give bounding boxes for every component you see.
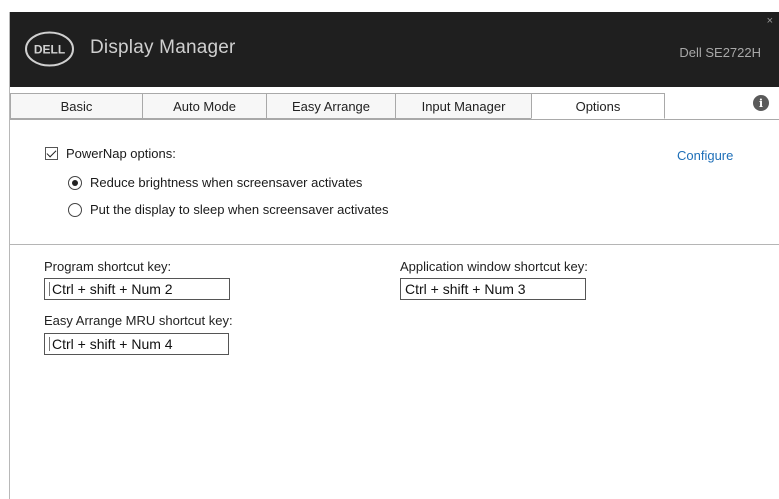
- tab-basic[interactable]: Basic: [10, 93, 143, 119]
- title-bar[interactable]: DELL Display Manager Dell SE2722H ×: [10, 12, 779, 87]
- mru-shortcut-field[interactable]: Ctrl + shift + Num 4: [44, 333, 229, 355]
- sleep-display-option[interactable]: Put the display to sleep when screensave…: [68, 202, 388, 217]
- sleep-display-radio[interactable]: [68, 202, 82, 217]
- app-window-shortcut-value: Ctrl + shift + Num 3: [405, 281, 526, 297]
- program-shortcut-field[interactable]: Ctrl + shift + Num 2: [44, 278, 230, 300]
- reduce-brightness-option[interactable]: Reduce brightness when screensaver activ…: [68, 175, 362, 190]
- powernap-label: PowerNap options:: [66, 146, 176, 161]
- section-divider: [10, 244, 779, 245]
- app-title: Display Manager: [90, 37, 236, 58]
- close-button[interactable]: ×: [767, 16, 773, 27]
- text-caret: [49, 282, 50, 296]
- tab-options[interactable]: Options: [531, 93, 665, 119]
- logo-text: DELL: [34, 43, 65, 57]
- tab-input-manager[interactable]: Input Manager: [395, 93, 532, 119]
- reduce-brightness-radio[interactable]: [68, 175, 82, 190]
- options-panel: PowerNap options: Configure Reduce brigh…: [10, 119, 779, 499]
- tab-bar: Basic Auto Mode Easy Arrange Input Manag…: [10, 93, 779, 119]
- configure-link[interactable]: Configure: [677, 148, 733, 163]
- dell-logo: DELL: [25, 31, 74, 67]
- mru-shortcut-label: Easy Arrange MRU shortcut key:: [44, 313, 233, 328]
- program-shortcut-value: Ctrl + shift + Num 2: [52, 281, 173, 297]
- app-window-shortcut-field[interactable]: Ctrl + shift + Num 3: [400, 278, 586, 300]
- app-window-shortcut-label: Application window shortcut key:: [400, 259, 588, 274]
- reduce-brightness-label: Reduce brightness when screensaver activ…: [90, 175, 363, 190]
- tab-easy-arrange[interactable]: Easy Arrange: [266, 93, 396, 119]
- mru-shortcut-value: Ctrl + shift + Num 4: [52, 336, 173, 352]
- info-icon[interactable]: i: [753, 95, 769, 111]
- tab-auto-mode[interactable]: Auto Mode: [142, 93, 267, 119]
- powernap-option[interactable]: PowerNap options:: [45, 146, 176, 161]
- powernap-checkbox[interactable]: [45, 147, 58, 160]
- display-manager-window: DELL Display Manager Dell SE2722H × Basi…: [9, 12, 779, 499]
- program-shortcut-label: Program shortcut key:: [44, 259, 172, 274]
- text-caret: [49, 337, 50, 351]
- monitor-name: Dell SE2722H: [679, 45, 761, 60]
- sleep-display-label: Put the display to sleep when screensave…: [90, 202, 389, 217]
